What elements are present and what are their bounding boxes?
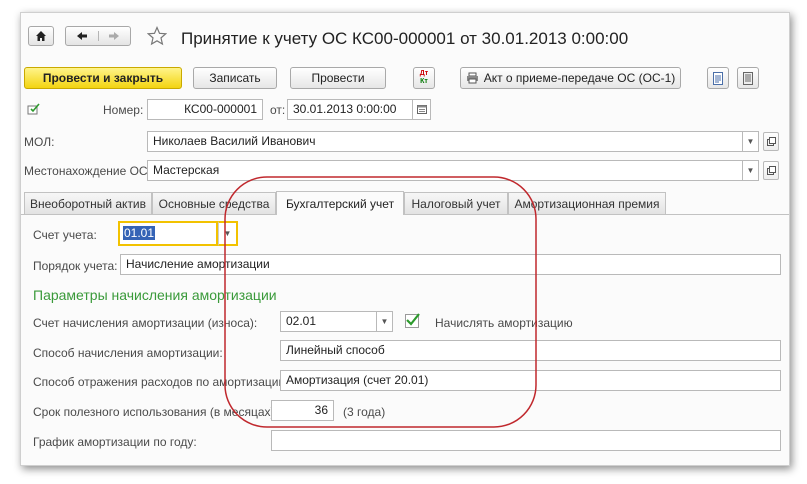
attached-files-button[interactable] bbox=[707, 67, 729, 89]
posted-status-icon bbox=[27, 103, 41, 118]
useful-life-field[interactable]: 36 bbox=[271, 400, 334, 421]
calendar-icon bbox=[416, 105, 427, 114]
more-menu-button[interactable] bbox=[737, 67, 759, 89]
method-field[interactable]: Линейный способ bbox=[280, 340, 781, 361]
mol-label: МОЛ: bbox=[24, 135, 55, 149]
window-title: Принятие к учету ОС КС00-000001 от 30.01… bbox=[181, 29, 629, 48]
account-label: Счет учета: bbox=[33, 228, 97, 242]
tab-accounting[interactable]: Бухгалтерский учет bbox=[276, 191, 404, 215]
location-dropdown-button[interactable]: ▼ bbox=[743, 160, 759, 181]
checkmark-icon bbox=[406, 313, 420, 326]
printer-icon bbox=[466, 72, 478, 84]
location-label: Местонахождение ОС: bbox=[24, 164, 151, 178]
home-button[interactable] bbox=[28, 26, 54, 46]
tab-tax-accounting[interactable]: Налоговый учет bbox=[404, 192, 508, 214]
document-icon bbox=[713, 71, 723, 85]
favorite-star[interactable] bbox=[146, 25, 168, 49]
print-act-button[interactable]: Акт о приеме-передаче ОС (ОС-1) bbox=[460, 67, 681, 89]
tab-fixed-assets[interactable]: Основные средства bbox=[152, 192, 276, 214]
forward-button[interactable] bbox=[99, 31, 131, 41]
schedule-field[interactable] bbox=[271, 430, 781, 451]
arrow-right-icon bbox=[109, 32, 120, 40]
print-act-label: Акт о приеме-передаче ОС (ОС-1) bbox=[483, 71, 676, 85]
open-link-icon bbox=[766, 166, 776, 175]
arrow-left-icon bbox=[76, 32, 87, 40]
post-and-close-button[interactable]: Провести и закрыть bbox=[24, 67, 182, 89]
expense-label: Способ отражения расходов по амортизации… bbox=[33, 375, 289, 389]
back-button[interactable] bbox=[66, 31, 99, 41]
number-field[interactable]: КС00-000001 bbox=[147, 99, 263, 120]
post-button[interactable]: Провести bbox=[290, 67, 386, 89]
tab-depreciation-bonus[interactable]: Амортизационная премия bbox=[508, 192, 666, 214]
save-button[interactable]: Записать bbox=[193, 67, 277, 89]
star-icon bbox=[146, 25, 168, 46]
document-window: Принятие к учету ОС КС00-000001 от 30.01… bbox=[20, 12, 790, 466]
tab-noncurrent-asset[interactable]: Внеоборотный актив bbox=[24, 192, 152, 214]
location-open-button[interactable] bbox=[763, 161, 779, 180]
tabs-baseline bbox=[21, 214, 789, 215]
section-title: Параметры начисления амортизации bbox=[33, 287, 277, 303]
useful-life-label: Срок полезного использования (в месяцах)… bbox=[33, 405, 278, 419]
order-field[interactable]: Начисление амортизации bbox=[120, 254, 781, 275]
accrue-checkbox[interactable] bbox=[405, 313, 420, 328]
back-forward-group bbox=[65, 26, 131, 46]
depr-account-field[interactable]: 02.01 bbox=[280, 311, 377, 332]
mol-open-button[interactable] bbox=[763, 132, 779, 151]
depr-account-dropdown-button[interactable]: ▼ bbox=[377, 311, 393, 332]
calendar-button[interactable] bbox=[413, 99, 431, 120]
check-document-icon bbox=[27, 103, 40, 115]
home-icon bbox=[36, 31, 46, 41]
method-label: Способ начисления амортизации: bbox=[33, 346, 223, 360]
number-label: Номер: bbox=[103, 103, 144, 117]
account-value: 01.01 bbox=[123, 226, 156, 240]
date-field[interactable]: 30.01.2013 0:00:00 bbox=[287, 99, 413, 120]
account-dropdown-button[interactable]: ▼ bbox=[218, 221, 238, 246]
date-label: от: bbox=[270, 103, 286, 117]
useful-life-years: (3 года) bbox=[343, 405, 386, 419]
kt-label: Кт bbox=[420, 78, 428, 85]
list-icon bbox=[743, 71, 753, 85]
dt-label: Дт bbox=[419, 70, 429, 77]
depr-account-label: Счет начисления амортизации (износа): bbox=[33, 316, 258, 330]
account-field[interactable]: 01.01 bbox=[118, 221, 218, 246]
mol-field[interactable]: Николаев Василий Иванович bbox=[147, 131, 743, 152]
open-link-icon bbox=[766, 137, 776, 146]
expense-field[interactable]: Амортизация (счет 20.01) bbox=[280, 370, 781, 391]
schedule-label: График амортизации по году: bbox=[33, 435, 197, 449]
dt-kt-button[interactable]: Дт Кт bbox=[413, 67, 435, 89]
accrue-label: Начислять амортизацию bbox=[435, 316, 573, 330]
order-label: Порядок учета: bbox=[33, 259, 118, 273]
mol-dropdown-button[interactable]: ▼ bbox=[743, 131, 759, 152]
location-field[interactable]: Мастерская bbox=[147, 160, 743, 181]
